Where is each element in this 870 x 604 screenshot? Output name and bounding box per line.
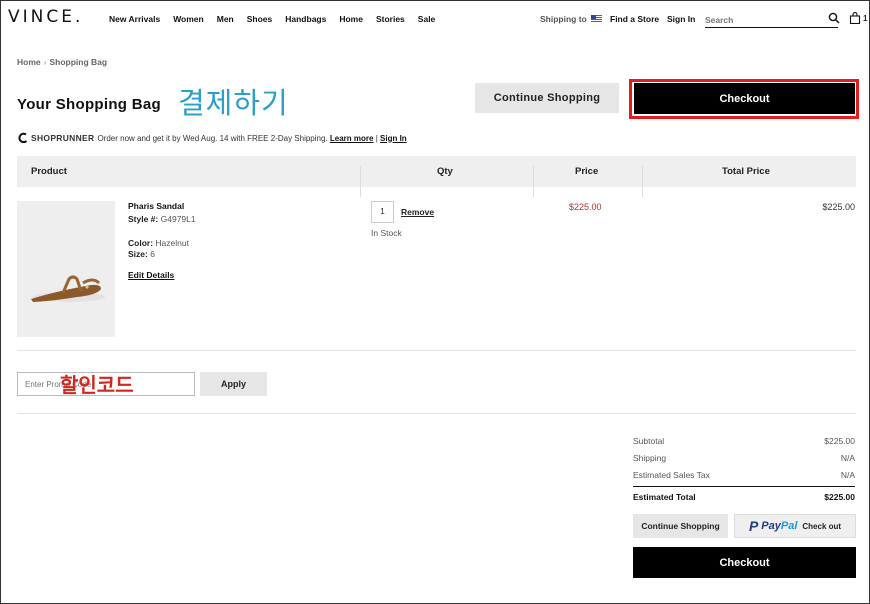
breadcrumb-home[interactable]: Home — [17, 57, 41, 67]
stock-status: In Stock — [371, 228, 402, 238]
row-divider — [17, 350, 856, 351]
shipping-row: Shipping N/A — [633, 453, 855, 463]
cart-table-header: Product Qty Price Total Price — [17, 156, 856, 197]
nav-new-arrivals[interactable]: New Arrivals — [109, 14, 160, 24]
quantity-input[interactable]: 1 — [371, 201, 394, 223]
page-title: Your Shopping Bag — [17, 96, 161, 113]
tax-label: Estimated Sales Tax — [633, 470, 710, 480]
main-nav: New Arrivals Women Men Shoes Handbags Ho… — [109, 14, 448, 24]
product-image[interactable] — [17, 201, 115, 337]
item-price: $225.00 — [569, 202, 602, 212]
product-color: Color: Hazelnut — [128, 238, 189, 248]
shipping-to[interactable]: Shipping to — [540, 14, 602, 24]
bag-count: 1 — [863, 14, 868, 23]
product-size: Size: 6 — [128, 249, 155, 259]
style-value: G4979L1 — [160, 214, 196, 224]
color-label: Color: — [128, 238, 154, 248]
summary-divider — [633, 486, 855, 487]
nav-home[interactable]: Home — [339, 14, 363, 24]
breadcrumb: Home › Shopping Bag — [17, 57, 107, 67]
shoprunner-banner: SHOPRUNNER Order now and get it by Wed A… — [17, 132, 407, 144]
size-value: 6 — [150, 249, 155, 259]
header-price: Price — [575, 166, 599, 177]
subtotal-label: Subtotal — [633, 436, 665, 446]
breadcrumb-current: Shopping Bag — [49, 57, 108, 67]
total-label: Estimated Total — [633, 492, 696, 502]
shoprunner-sign-in-link[interactable]: Sign In — [380, 134, 407, 143]
promo-annotation: 할인코드 — [60, 373, 134, 397]
nav-women[interactable]: Women — [173, 14, 204, 24]
nav-men[interactable]: Men — [217, 14, 234, 24]
column-divider — [642, 166, 643, 197]
total-value: $225.00 — [824, 492, 855, 502]
learn-more-link[interactable]: Learn more — [330, 134, 374, 143]
sign-in-link[interactable]: Sign In — [667, 14, 695, 24]
header-product: Product — [31, 166, 67, 177]
shoprunner-message: Order now and get it by Wed Aug. 14 with… — [97, 133, 328, 143]
product-name[interactable]: Pharis Sandal — [128, 201, 184, 211]
size-label: Size: — [128, 249, 148, 259]
shoprunner-separator: | — [375, 133, 378, 143]
shipping-value: N/A — [840, 453, 855, 463]
section-divider — [17, 413, 856, 414]
tax-value: N/A — [840, 470, 855, 480]
subtotal-value: $225.00 — [824, 436, 855, 446]
style-label: Style #: — [128, 214, 159, 224]
checkout-button-bottom[interactable]: Checkout — [633, 547, 856, 578]
us-flag-icon — [590, 15, 602, 23]
continue-shopping-button-bottom[interactable]: Continue Shopping — [633, 514, 728, 538]
product-style: Style #: G4979L1 — [128, 214, 196, 224]
search-icon[interactable] — [828, 12, 840, 24]
subtotal-row: Subtotal $225.00 — [633, 436, 855, 446]
paypal-pal-text: Pal — [780, 520, 798, 532]
remove-link[interactable]: Remove — [401, 207, 434, 217]
site-header: VINCE. New Arrivals Women Men Shoes Hand… — [0, 0, 870, 36]
sandal-image — [31, 275, 105, 302]
paypal-pay-text: Pay — [761, 520, 781, 532]
paypal-checkout-label: Check out — [802, 521, 842, 531]
apply-promo-button[interactable]: Apply — [200, 372, 267, 396]
color-value: Hazelnut — [155, 238, 189, 248]
shipping-to-label: Shipping to — [540, 14, 587, 24]
paypal-icon: P — [748, 518, 759, 534]
search-box — [705, 10, 838, 28]
header-total-price: Total Price — [722, 166, 770, 177]
checkout-button[interactable]: Checkout — [634, 83, 855, 114]
breadcrumb-separator: › — [43, 57, 47, 67]
total-row: Estimated Total $225.00 — [633, 492, 855, 502]
column-divider — [360, 166, 361, 197]
tax-row: Estimated Sales Tax N/A — [633, 470, 855, 480]
nav-stories[interactable]: Stories — [376, 14, 405, 24]
shipping-label: Shipping — [633, 453, 667, 463]
edit-details-link[interactable]: Edit Details — [128, 270, 174, 280]
nav-shoes[interactable]: Shoes — [247, 14, 273, 24]
vince-logo[interactable]: VINCE. — [8, 7, 83, 27]
shoprunner-logo-icon — [18, 132, 28, 144]
find-store-link[interactable]: Find a Store — [610, 14, 659, 24]
nav-handbags[interactable]: Handbags — [285, 14, 326, 24]
column-divider — [533, 166, 534, 197]
shoprunner-name: SHOPRUNNER — [31, 133, 95, 143]
paypal-checkout-button[interactable]: P Pay Pal Check out — [734, 514, 856, 538]
shopping-bag-icon[interactable] — [849, 12, 861, 24]
item-total-price: $225.00 — [822, 202, 855, 212]
continue-shopping-button[interactable]: Continue Shopping — [475, 83, 619, 113]
checkout-annotation: 결제하기 — [178, 86, 289, 120]
header-qty: Qty — [437, 166, 453, 177]
nav-sale[interactable]: Sale — [418, 14, 436, 24]
search-input[interactable] — [705, 12, 820, 28]
